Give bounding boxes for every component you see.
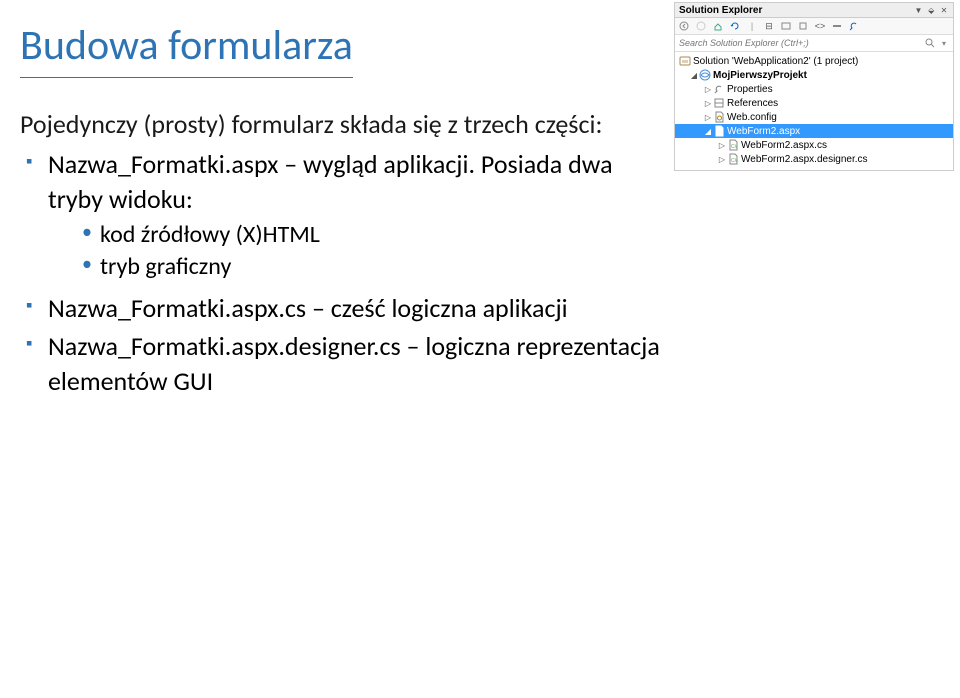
properties-icon[interactable]: [796, 19, 810, 33]
tree-item-selected[interactable]: ◢ WebForm2.aspx: [675, 124, 953, 138]
tree-item[interactable]: ▷ References: [675, 96, 953, 110]
forward-icon[interactable]: [694, 19, 708, 33]
search-dropdown-icon[interactable]: ▾: [937, 36, 951, 50]
tree-solution-node[interactable]: Solution 'WebApplication2' (1 project): [675, 54, 953, 68]
solution-explorer-titlebar: Solution Explorer ▼ ⬙ ✕: [675, 3, 953, 18]
bullet-item: Nazwa_Formatki.aspx – wygląd aplikacji. …: [26, 147, 660, 284]
tree-label: WebForm2.aspx.designer.cs: [741, 154, 868, 165]
view-icon[interactable]: [830, 19, 844, 33]
expand-icon[interactable]: ▷: [703, 113, 713, 122]
cs-file-icon: C#: [727, 139, 739, 151]
wrench-icon: [713, 83, 725, 95]
cs-file-icon: C#: [727, 153, 739, 165]
tree-item[interactable]: ▷ Properties: [675, 82, 953, 96]
pin-icon[interactable]: ⬙: [926, 6, 936, 15]
svg-text:C#: C#: [731, 144, 738, 150]
bullet-item: Nazwa_Formatki.aspx.cs – cześć logiczna …: [26, 291, 660, 326]
search-icon[interactable]: [923, 36, 937, 50]
bullet-list-level2: kod źródłowy (X)HTML tryb graficzny: [48, 219, 660, 284]
search-input[interactable]: [677, 37, 923, 49]
tree-label: MojPierwszyProjekt: [713, 70, 807, 81]
solution-explorer-panel: Solution Explorer ▼ ⬙ ✕ | ⊟ <>: [674, 2, 954, 171]
aspx-file-icon: [713, 125, 725, 137]
solution-explorer-toolbar: | ⊟ <>: [675, 18, 953, 35]
bullet-text: Nazwa_Formatki.aspx – wygląd aplikacji. …: [48, 148, 613, 215]
config-file-icon: [713, 111, 725, 123]
bullet-list-level1: Nazwa_Formatki.aspx – wygląd aplikacji. …: [20, 147, 660, 399]
code-icon[interactable]: <>: [813, 19, 827, 33]
dropdown-icon[interactable]: ▼: [913, 6, 923, 15]
tree-label: Properties: [727, 84, 773, 95]
expand-icon[interactable]: ▷: [717, 155, 727, 164]
tree-label: References: [727, 98, 778, 109]
back-icon[interactable]: [677, 19, 691, 33]
expand-icon[interactable]: ▷: [717, 141, 727, 150]
expand-icon[interactable]: ◢: [703, 127, 713, 136]
solution-icon: [679, 55, 691, 67]
tree-item[interactable]: ▷ C# WebForm2.aspx.cs: [675, 138, 953, 152]
tree-project-node[interactable]: ◢ MojPierwszyProjekt: [675, 68, 953, 82]
tree-label: WebForm2.aspx.cs: [741, 140, 827, 151]
expand-icon[interactable]: ◢: [689, 71, 699, 80]
expand-icon[interactable]: ▷: [703, 99, 713, 108]
sub-bullet-item: kod źródłowy (X)HTML: [82, 219, 660, 251]
search-bar: ▾: [675, 35, 953, 52]
references-icon: [713, 97, 725, 109]
solution-tree: Solution 'WebApplication2' (1 project) ◢…: [675, 52, 953, 170]
expand-icon[interactable]: ▷: [703, 85, 713, 94]
tree-item[interactable]: ▷ C# WebForm2.aspx.designer.cs: [675, 152, 953, 166]
home-icon[interactable]: [711, 19, 725, 33]
project-icon: [699, 69, 711, 81]
tree-item[interactable]: ▷ Web.config: [675, 110, 953, 124]
panel-title: Solution Explorer: [679, 5, 762, 16]
titlebar-icons: ▼ ⬙ ✕: [913, 5, 949, 16]
slide-title: Budowa formularza: [20, 20, 353, 78]
tree-label: Solution 'WebApplication2' (1 project): [693, 56, 858, 67]
collapse-icon[interactable]: ⊟: [762, 19, 776, 33]
tree-label: WebForm2.aspx: [727, 126, 800, 137]
separator-icon: |: [745, 19, 759, 33]
svg-text:C#: C#: [731, 158, 738, 164]
tree-label: Web.config: [727, 112, 777, 123]
close-icon[interactable]: ✕: [939, 6, 949, 15]
slide-content: Budowa formularza Pojedynczy (prosty) fo…: [20, 20, 660, 405]
wrench-icon[interactable]: [847, 19, 861, 33]
bullet-item: Nazwa_Formatki.aspx.designer.cs – logicz…: [26, 329, 660, 399]
show-all-icon[interactable]: [779, 19, 793, 33]
intro-paragraph: Pojedynczy (prosty) formularz składa się…: [20, 108, 660, 141]
refresh-icon[interactable]: [728, 19, 742, 33]
sub-bullet-item: tryb graficzny: [82, 251, 660, 283]
